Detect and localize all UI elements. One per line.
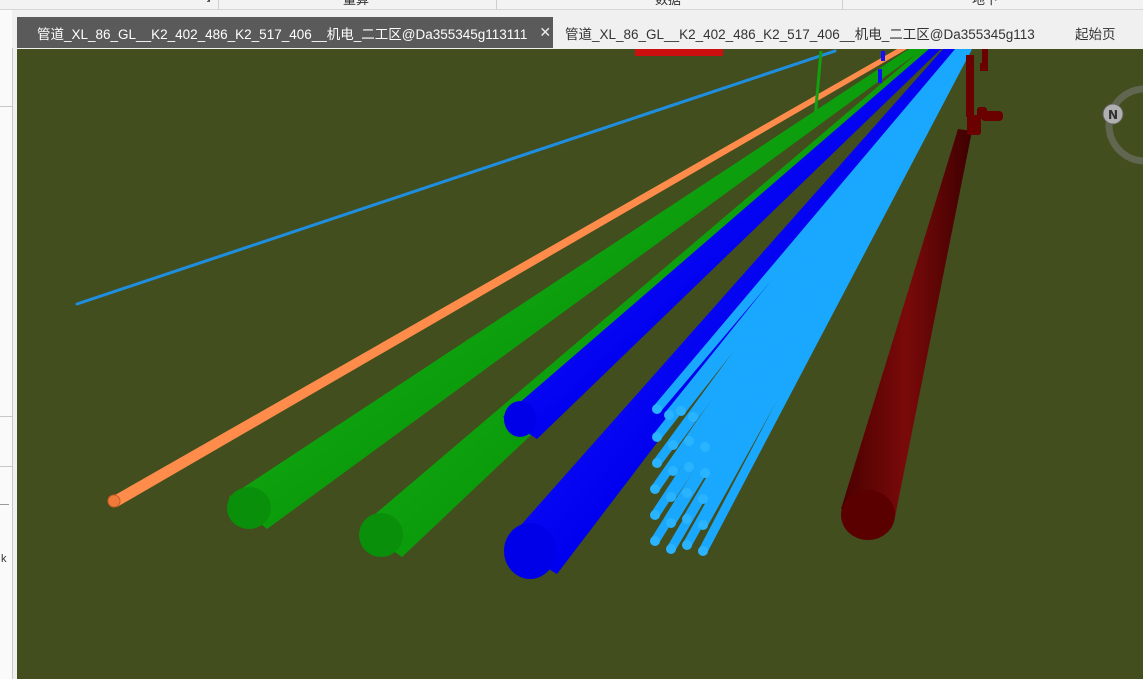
- tab-pipeline-document-active[interactable]: 管道_XL_86_GL__K2_402_486_K2_517_406__机电_二…: [17, 17, 553, 48]
- blue-pipe-large-end: [504, 523, 556, 579]
- distant-blue-marker: [881, 51, 885, 61]
- dark-red-pipe-end: [841, 490, 895, 540]
- panel-divider: [0, 466, 12, 467]
- document-tab-bar: 管道_XL_86_GL__K2_402_486_K2_517_406__机电_二…: [12, 10, 1143, 59]
- ribbon-dialog-launcher-icon[interactable]: ↘: [203, 0, 211, 8]
- left-side-panel: k: [0, 10, 13, 679]
- distant-blue-marker: [878, 69, 882, 83]
- ribbon-separator: [842, 0, 843, 9]
- compass-north-label: N: [1108, 108, 1118, 122]
- ribbon-strip: ↘ 量算 数据 地下: [0, 0, 1143, 10]
- close-icon[interactable]: ✕: [539, 24, 551, 41]
- tab-start-page[interactable]: 起始页: [1075, 17, 1116, 48]
- ribbon-group-data[interactable]: 数据: [655, 0, 681, 8]
- panel-partial-text: k: [1, 553, 7, 565]
- dark-red-pipe-fittings: [966, 49, 1003, 135]
- green-pipe-2-end: [359, 513, 403, 557]
- green-pipe-1-end: [227, 487, 271, 529]
- 3d-scene-viewport[interactable]: N: [17, 49, 1143, 679]
- panel-field-border: [0, 504, 9, 505]
- tab-label: 管道_XL_86_GL__K2_402_486_K2_517_406__机电_二…: [565, 26, 1035, 42]
- panel-divider: [0, 416, 12, 417]
- orange-pipe-end: [107, 494, 121, 508]
- distant-red-marker: [635, 49, 723, 56]
- panel-divider: [0, 106, 12, 107]
- blue-pipe-upper-end: [504, 401, 536, 437]
- pipeline-scene[interactable]: N: [17, 49, 1143, 679]
- tab-label: 起始页: [1075, 26, 1116, 42]
- tab-pipeline-document[interactable]: 管道_XL_86_GL__K2_402_486_K2_517_406__机电_二…: [565, 17, 1035, 48]
- ribbon-group-measure[interactable]: 量算: [343, 0, 369, 8]
- ribbon-group-underground[interactable]: 地下: [972, 0, 998, 8]
- compass-navigator[interactable]: N: [1102, 85, 1143, 165]
- tab-label: 管道_XL_86_GL__K2_402_486_K2_517_406__机电_二…: [37, 26, 528, 42]
- ribbon-separator: [496, 0, 497, 9]
- ribbon-separator: [218, 0, 219, 9]
